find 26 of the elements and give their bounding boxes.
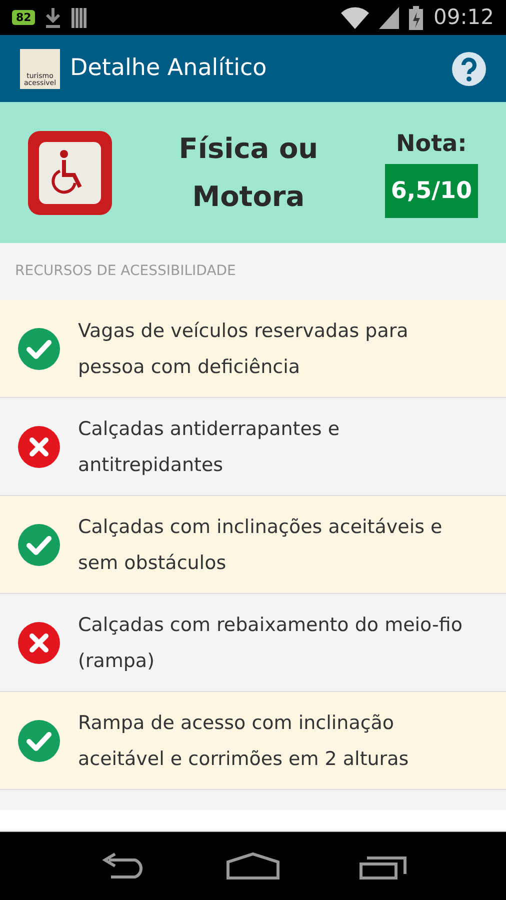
score-badge: 6,5/10 xyxy=(384,164,478,218)
check-icon xyxy=(18,720,60,762)
home-icon[interactable] xyxy=(226,852,280,880)
help-button[interactable] xyxy=(452,52,486,86)
cross-icon xyxy=(18,622,60,664)
resource-text: Calçadas com rebaixamento do meio-fio (rampa) xyxy=(78,612,464,674)
section-label: RECURSOS DE ACESSIBILIDADE xyxy=(15,262,236,281)
screen-title: Detalhe Analítico xyxy=(70,54,268,84)
signal-icon xyxy=(379,6,400,28)
battery-badge: 82 xyxy=(12,10,36,25)
wifi-icon xyxy=(341,6,370,28)
resource-text: Calçadas com inclinações aceitáveis e sem obstáculos xyxy=(78,514,444,576)
help-icon xyxy=(452,52,486,86)
resource-text: Rampa de acesso com inclinação aceitável e corrimões em 2 alturas xyxy=(78,710,410,772)
check-icon xyxy=(18,328,60,370)
cross-icon xyxy=(18,426,60,468)
wheelchair-icon xyxy=(28,130,112,214)
resource-text: Vagas de veículos reservadas para pessoa com deficiência xyxy=(78,318,410,380)
clock: 09:12 xyxy=(433,4,494,31)
category-title: Física ou Motora xyxy=(178,130,320,214)
battery-icon xyxy=(409,6,424,30)
check-icon xyxy=(18,524,60,566)
download-icon xyxy=(45,6,62,28)
resource-text: Calçadas antiderrapantes e antitrepidantes xyxy=(78,416,341,478)
score-label: Nota: xyxy=(396,130,467,160)
barcode-icon xyxy=(71,6,90,28)
